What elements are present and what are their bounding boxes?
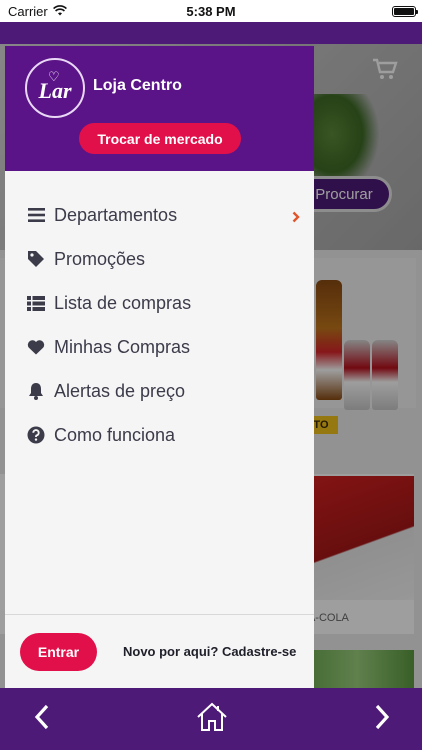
wifi-icon [52, 4, 67, 19]
menu-item-alertas-de-preco[interactable]: Alertas de preço [5, 369, 314, 413]
drawer-header: ♡ Lar Loja Centro Trocar de mercado [5, 46, 314, 171]
menu-item-departamentos[interactable]: Departamentos [5, 193, 314, 237]
menu-item-label: Departamentos [54, 204, 178, 225]
menu-item-promocoes[interactable]: Promoções [5, 237, 314, 281]
forward-button[interactable] [364, 701, 400, 737]
menu-item-minhas-compras[interactable]: Minhas Compras [5, 325, 314, 369]
chevron-left-icon [34, 704, 50, 735]
menu-item-label: Lista de compras [54, 292, 192, 313]
menu-item-label: Minhas Compras [54, 336, 191, 357]
change-market-button[interactable]: Trocar de mercado [79, 123, 241, 154]
home-icon [196, 702, 228, 737]
signup-link[interactable]: Novo por aqui? Cadastre-se [123, 644, 296, 659]
carrier-label: Carrier [8, 3, 48, 19]
store-logo: ♡ Lar [25, 58, 85, 118]
back-button[interactable] [24, 701, 60, 737]
status-bar: Carrier 5:38 PM [0, 0, 422, 22]
menu-item-label: Como funciona [54, 424, 176, 445]
menu-item-label: Promoções [54, 248, 146, 269]
menu-item-lista-de-compras[interactable]: Lista de compras [5, 281, 314, 325]
status-left: Carrier [8, 4, 67, 19]
tag-icon [27, 250, 45, 268]
side-drawer: ♡ Lar Loja Centro Trocar de mercado Depa… [5, 46, 314, 688]
login-button[interactable]: Entrar [20, 632, 97, 671]
menu-item-como-funciona[interactable]: Como funciona [5, 413, 314, 457]
bell-icon [27, 382, 45, 400]
chevron-right-icon [292, 207, 300, 228]
question-circle-icon [27, 426, 45, 444]
menu-item-label: Alertas de preço [54, 380, 186, 401]
drawer-footer: Entrar Novo por aqui? Cadastre-se [5, 614, 314, 688]
drawer-menu: Departamentos Promoções Lista de compras… [5, 171, 314, 614]
store-name: Loja Centro [93, 77, 182, 94]
list-icon [27, 294, 45, 312]
bottom-nav-bar [0, 688, 422, 750]
heart-logo-icon: ♡ [48, 69, 60, 84]
heart-icon [27, 338, 45, 356]
battery-icon [392, 5, 418, 17]
home-button[interactable] [194, 701, 230, 737]
chevron-right-icon [374, 704, 390, 735]
app-header-strip [0, 22, 422, 44]
menu-lines-icon [27, 206, 45, 224]
